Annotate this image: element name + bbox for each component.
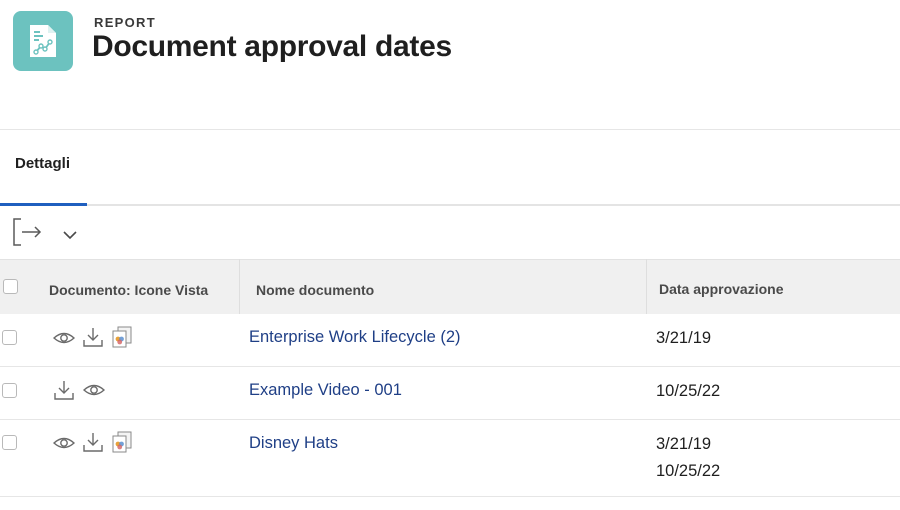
column-header-approval-date[interactable]: Data approvazione bbox=[647, 260, 900, 314]
eye-icon[interactable] bbox=[53, 327, 75, 349]
export-options-dropdown[interactable] bbox=[58, 224, 82, 248]
approval-date: 3/21/19 bbox=[656, 329, 712, 347]
report-table: Documento: Icone Vista Nome documento Da… bbox=[0, 259, 900, 510]
row-checkbox[interactable] bbox=[2, 435, 17, 450]
approval-date: 3/21/19 bbox=[656, 435, 712, 453]
table-toolbar bbox=[0, 206, 900, 258]
eye-icon[interactable] bbox=[83, 379, 105, 401]
document-name-link[interactable]: Example Video - 001 bbox=[249, 381, 402, 400]
column-header-label: Documento: Icone Vista bbox=[49, 282, 209, 298]
select-all-checkbox[interactable] bbox=[3, 279, 18, 294]
page-header: REPORT Document approval dates bbox=[0, 0, 900, 130]
table-row: Enterprise Work Lifecycle (2) 3/21/19 bbox=[0, 314, 900, 367]
row-checkbox[interactable] bbox=[2, 330, 17, 345]
table-header: Documento: Icone Vista Nome documento Da… bbox=[0, 259, 900, 315]
row-checkbox[interactable] bbox=[2, 383, 17, 398]
column-header-icons[interactable]: Documento: Icone Vista bbox=[43, 260, 239, 314]
document-name-link[interactable]: Enterprise Work Lifecycle (2) bbox=[249, 328, 461, 347]
download-icon[interactable] bbox=[82, 326, 104, 348]
table-row: Example Video - 001 10/25/22 bbox=[0, 367, 900, 420]
table-row: Disney Hats 3/21/19 10/25/22 bbox=[0, 420, 900, 497]
report-chart-icon bbox=[13, 11, 73, 71]
download-icon[interactable] bbox=[53, 379, 75, 401]
export-button[interactable] bbox=[10, 216, 46, 248]
document-name-link[interactable]: Disney Hats bbox=[249, 434, 338, 453]
column-header-label: Nome documento bbox=[256, 282, 375, 298]
proof-icon[interactable] bbox=[111, 431, 133, 453]
tab-dettagli[interactable]: Dettagli bbox=[0, 130, 87, 206]
tab-label: Dettagli bbox=[15, 155, 71, 172]
eye-icon[interactable] bbox=[53, 432, 75, 454]
proof-icon[interactable] bbox=[111, 326, 133, 348]
tab-bar: Dettagli bbox=[0, 130, 900, 206]
approval-date: 10/25/22 bbox=[656, 462, 721, 480]
column-header-label: Data approvazione bbox=[659, 281, 784, 297]
chevron-down-icon bbox=[63, 231, 77, 240]
export-icon bbox=[13, 218, 42, 246]
page-title: Document approval dates bbox=[92, 30, 452, 63]
column-header-document-name[interactable]: Nome documento bbox=[240, 260, 646, 314]
approval-date: 10/25/22 bbox=[656, 382, 721, 400]
download-icon[interactable] bbox=[82, 431, 104, 453]
page-eyebrow: REPORT bbox=[94, 15, 156, 30]
